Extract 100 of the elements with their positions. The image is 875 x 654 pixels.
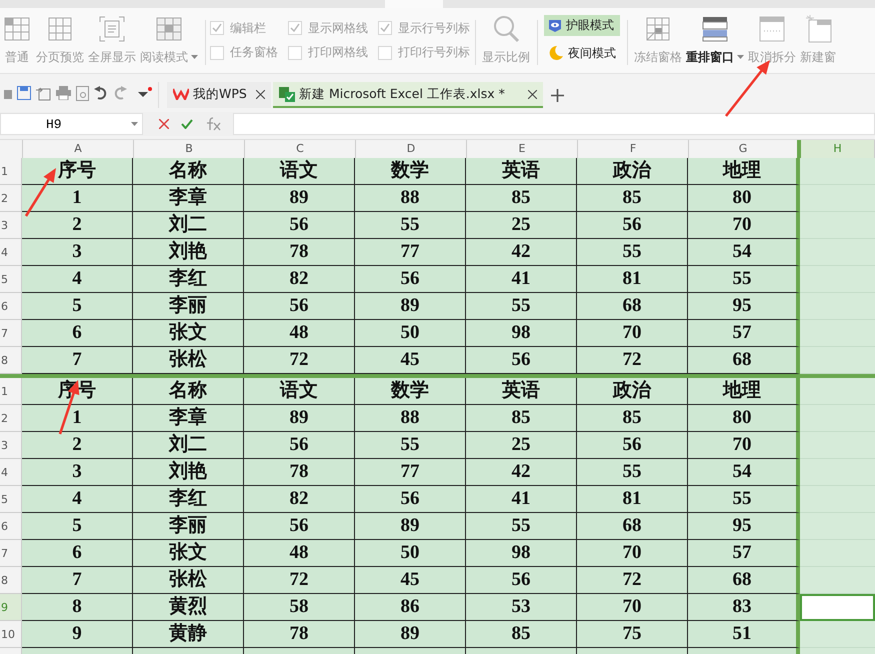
table-cell: 55 bbox=[466, 293, 577, 320]
table-cell: 56 bbox=[244, 513, 355, 540]
table-cell: 李红 bbox=[133, 486, 244, 513]
dropdown-icon[interactable] bbox=[138, 87, 152, 99]
table-cell: 98 bbox=[466, 320, 577, 347]
table-cell: 5 bbox=[22, 513, 133, 540]
function-icon[interactable] bbox=[205, 117, 221, 131]
table-cell: 72 bbox=[577, 347, 688, 374]
table-cell: 72 bbox=[244, 567, 355, 594]
table-cell: 1 bbox=[22, 185, 133, 212]
checkbox[interactable] bbox=[288, 46, 302, 60]
name-box[interactable]: H9 bbox=[0, 113, 143, 135]
row-number[interactable]: 7 bbox=[0, 540, 22, 567]
table-cell: 55 bbox=[688, 266, 800, 293]
table-cell: 6 bbox=[22, 540, 133, 567]
row-number[interactable]: 6 bbox=[0, 293, 22, 320]
mode-button[interactable]: 夜间模式 bbox=[544, 42, 620, 64]
mode-button[interactable]: 护眼模式 bbox=[544, 15, 620, 36]
table-cell: 89 bbox=[355, 621, 466, 648]
checkbox[interactable] bbox=[210, 46, 224, 60]
row-number[interactable]: 1 bbox=[0, 378, 22, 405]
column-header[interactable]: H bbox=[801, 140, 875, 158]
table-cell: 81 bbox=[577, 486, 688, 513]
fullscreen-icon bbox=[97, 14, 127, 44]
table-cell: 70 bbox=[577, 594, 688, 621]
table-cell: 政治 bbox=[577, 158, 688, 185]
row-number[interactable]: 8 bbox=[0, 567, 22, 594]
table-cell: 56 bbox=[466, 567, 577, 594]
row-number[interactable]: 2 bbox=[0, 405, 22, 432]
table-cell: 55 bbox=[355, 212, 466, 239]
checkbox[interactable] bbox=[288, 21, 302, 36]
close-icon[interactable] bbox=[256, 90, 265, 98]
undo-icon[interactable] bbox=[94, 86, 108, 100]
preview-icon[interactable] bbox=[76, 86, 89, 100]
add-tab-icon[interactable] bbox=[551, 89, 564, 102]
row-number[interactable]: 4 bbox=[0, 459, 22, 486]
table-cell: 9 bbox=[22, 621, 133, 648]
table-cell: 72 bbox=[244, 347, 355, 374]
row-number[interactable]: 3 bbox=[0, 212, 22, 239]
redo-icon[interactable] bbox=[113, 86, 127, 100]
save-icon[interactable] bbox=[17, 86, 31, 100]
table-cell: 98 bbox=[466, 540, 577, 567]
row-number[interactable]: 8 bbox=[0, 347, 22, 374]
table-cell: 89 bbox=[355, 293, 466, 320]
table-cell: 25 bbox=[466, 432, 577, 459]
new-window-icon bbox=[803, 14, 833, 44]
table-cell: 语文 bbox=[244, 378, 355, 405]
row-number[interactable]: 5 bbox=[0, 486, 22, 513]
cancel-icon[interactable] bbox=[159, 119, 169, 129]
document-tab[interactable]: 我的WPS bbox=[167, 82, 271, 108]
row-number[interactable]: 1 bbox=[0, 158, 22, 185]
print-icon[interactable] bbox=[56, 86, 71, 100]
table-cell: 53 bbox=[466, 594, 577, 621]
table-cell: 李章 bbox=[133, 185, 244, 212]
table-cell: 2 bbox=[22, 212, 133, 239]
row-number[interactable]: 7 bbox=[0, 320, 22, 347]
table-cell: 2 bbox=[22, 432, 133, 459]
table-cell: 名称 bbox=[133, 378, 244, 405]
checkbox[interactable] bbox=[378, 46, 392, 60]
row-number[interactable]: 3 bbox=[0, 432, 22, 459]
split-bar[interactable] bbox=[0, 374, 875, 378]
checkbox[interactable] bbox=[210, 21, 224, 36]
checkbox[interactable] bbox=[378, 21, 392, 36]
formula-input-field[interactable] bbox=[233, 113, 875, 135]
table-cell: 85 bbox=[466, 621, 577, 648]
row-number[interactable]: 6 bbox=[0, 513, 22, 540]
row-number[interactable]: 10 bbox=[0, 621, 22, 648]
w-logo-icon bbox=[173, 88, 189, 100]
table-cell: 56 bbox=[244, 293, 355, 320]
table-cell: 55 bbox=[466, 513, 577, 540]
window-button[interactable]: 重排窗口 bbox=[684, 12, 746, 72]
table-cell: 77 bbox=[355, 239, 466, 266]
table-cell: 78 bbox=[244, 459, 355, 486]
check-icon[interactable] bbox=[181, 119, 193, 129]
table-cell: 89 bbox=[244, 405, 355, 432]
table-cell: 50 bbox=[355, 320, 466, 347]
export-icon[interactable] bbox=[36, 86, 51, 100]
table-cell: 1 bbox=[22, 405, 133, 432]
table-cell: 85 bbox=[466, 185, 577, 212]
document-tab[interactable]: 新建 Microsoft Excel 工作表.xlsx * bbox=[273, 82, 543, 108]
table-cell: 89 bbox=[355, 513, 466, 540]
table-cell: 李丽 bbox=[133, 293, 244, 320]
table-cell: 56 bbox=[577, 432, 688, 459]
close-icon[interactable] bbox=[528, 90, 537, 98]
table-cell: 68 bbox=[688, 347, 800, 374]
table-cell: 政治 bbox=[577, 378, 688, 405]
row-number[interactable]: 9 bbox=[0, 594, 22, 621]
table-cell: 68 bbox=[577, 513, 688, 540]
table-cell: 刘艳 bbox=[133, 459, 244, 486]
row-number[interactable]: 4 bbox=[0, 239, 22, 266]
spreadsheet-file-icon bbox=[279, 86, 295, 102]
table-cell: 56 bbox=[355, 266, 466, 293]
row-number[interactable]: 5 bbox=[0, 266, 22, 293]
table-cell: 82 bbox=[244, 486, 355, 513]
table-cell: 56 bbox=[466, 347, 577, 374]
table-cell: 3 bbox=[22, 459, 133, 486]
table-cell: 7 bbox=[22, 347, 133, 374]
table-cell: 54 bbox=[688, 459, 800, 486]
table-cell: 55 bbox=[688, 486, 800, 513]
row-number[interactable]: 2 bbox=[0, 185, 22, 212]
